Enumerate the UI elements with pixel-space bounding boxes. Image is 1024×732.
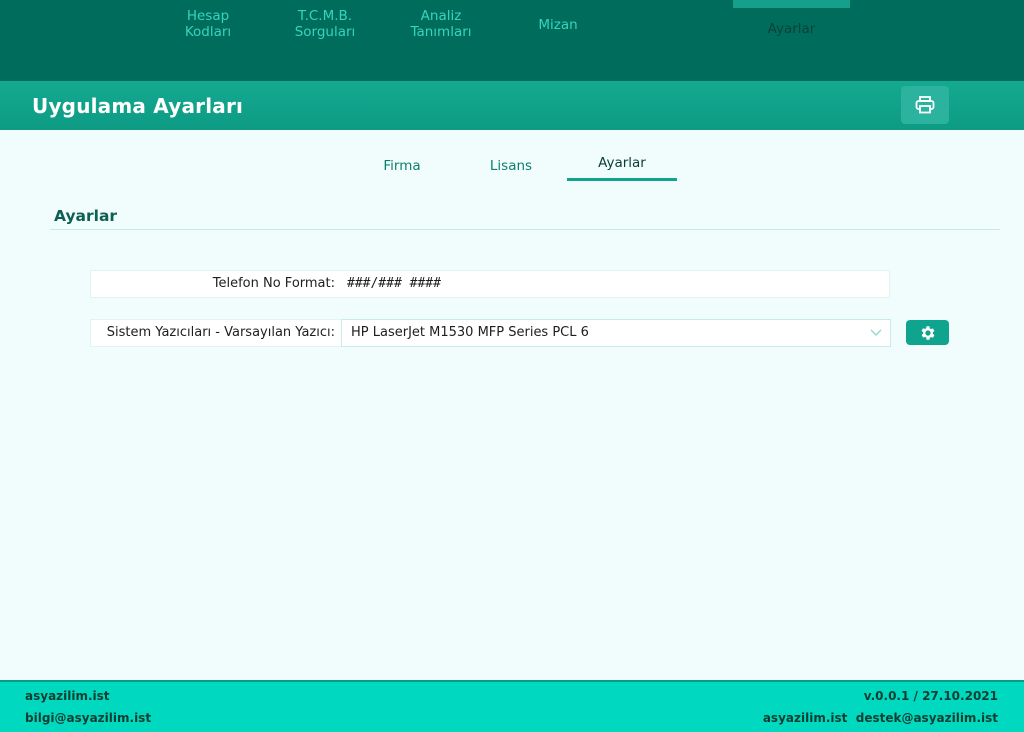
nav-item-analiz-tanimlari[interactable]: Analiz Tanımları (392, 0, 490, 81)
nav-item-label: T.C.M.B. Sorguları (294, 8, 356, 40)
phone-format-label: Telefon No Format: (212, 276, 335, 291)
footer-site-link[interactable]: asyazilim.ist (25, 689, 110, 703)
print-button[interactable] (901, 86, 949, 124)
printer-icon (915, 96, 935, 114)
section-title: Ayarlar (54, 207, 118, 225)
nav-item-mizan[interactable]: Mizan (510, 0, 606, 81)
default-printer-label: Sistem Yazıcıları - Varsayılan Yazıcı: (106, 325, 335, 340)
tab-label: Lisans (489, 158, 533, 174)
page-title: Uygulama Ayarları (32, 94, 244, 118)
tab-ayarlar[interactable]: Ayarlar (567, 154, 677, 181)
chevron-down-icon (870, 329, 882, 336)
phone-format-row: Telefon No Format: ###/### #### (90, 270, 890, 298)
top-navigation: Hesap Kodları T.C.M.B. Sorguları Analiz Tan… (0, 0, 1024, 81)
page-header: Uygulama Ayarları (0, 81, 1024, 130)
footer: asyazilim.ist bilgi@asyazilim.ist v.0.0.… (0, 680, 1024, 732)
nav-item-tcmb-sorgulari[interactable]: T.C.M.B. Sorguları (276, 0, 374, 81)
footer-contact: asyazilim.ist destek@asyazilim.ist (762, 711, 998, 725)
tab-label: Ayarlar (598, 155, 646, 171)
nav-item-label: Mizan (538, 17, 578, 33)
selected-printer: HP LaserJet M1530 MFP Series PCL 6 (351, 325, 589, 340)
tab-label: Firma (383, 158, 421, 174)
footer-email-link[interactable]: bilgi@asyazilim.ist (25, 711, 151, 725)
gear-icon (921, 325, 934, 340)
phone-format-field[interactable]: ###/### #### (347, 271, 441, 297)
nav-item-ayarlar[interactable]: Ayarlar (733, 0, 850, 81)
default-printer-select[interactable]: HP LaserJet M1530 MFP Series PCL 6 (341, 319, 891, 347)
printer-settings-button[interactable] (906, 320, 949, 345)
nav-item-label: Analiz Tanımları (410, 8, 472, 40)
active-indicator (733, 0, 850, 8)
default-printer-row: Sistem Yazıcıları - Varsayılan Yazıcı: H… (90, 319, 891, 347)
section-divider (50, 229, 1000, 230)
footer-version: v.0.0.1 / 27.10.2021 (863, 689, 998, 703)
nav-item-hesap-kodlari[interactable]: Hesap Kodları (160, 0, 256, 81)
nav-item-label: Hesap Kodları (184, 8, 232, 40)
tab-lisans[interactable]: Lisans (466, 154, 556, 181)
tab-firma[interactable]: Firma (357, 154, 447, 181)
